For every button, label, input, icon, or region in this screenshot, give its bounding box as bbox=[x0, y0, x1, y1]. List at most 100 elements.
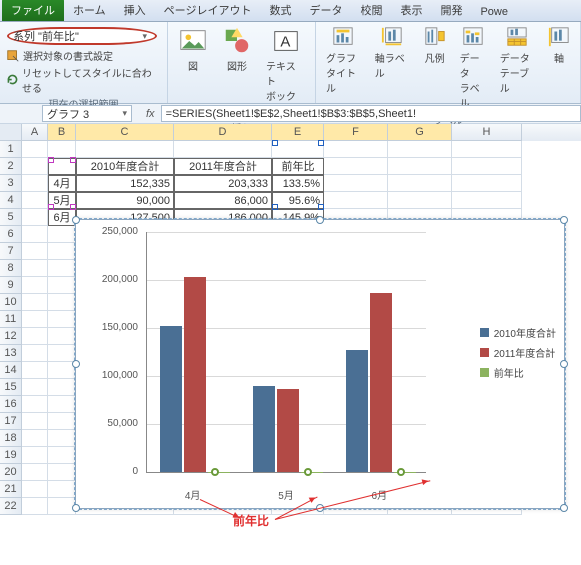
cell[interactable] bbox=[48, 379, 76, 396]
row-header[interactable]: 21 bbox=[0, 481, 22, 498]
cell[interactable] bbox=[22, 226, 48, 243]
cell[interactable] bbox=[48, 430, 76, 447]
cell[interactable] bbox=[22, 447, 48, 464]
resize-handle[interactable] bbox=[560, 504, 568, 512]
cell[interactable] bbox=[48, 447, 76, 464]
bar[interactable] bbox=[277, 389, 299, 472]
cell[interactable] bbox=[48, 141, 76, 158]
row-header[interactable]: 17 bbox=[0, 413, 22, 430]
cell[interactable] bbox=[324, 175, 388, 192]
cell[interactable] bbox=[272, 141, 324, 158]
cell[interactable] bbox=[48, 464, 76, 481]
cell[interactable]: 95.6% bbox=[272, 192, 324, 209]
plot-area[interactable]: 050,000100,000150,000200,000250,0004月5月6… bbox=[146, 232, 426, 472]
row-header[interactable]: 6 bbox=[0, 226, 22, 243]
axis-title-button[interactable]: 軸ラベル bbox=[369, 24, 416, 112]
cell[interactable]: 203,333 bbox=[174, 175, 272, 192]
row-header[interactable]: 22 bbox=[0, 498, 22, 515]
cell[interactable] bbox=[48, 243, 76, 260]
row-header[interactable]: 19 bbox=[0, 447, 22, 464]
col-header[interactable]: H bbox=[452, 124, 522, 141]
tab-layout[interactable]: ページレイアウト bbox=[155, 0, 261, 21]
cell[interactable] bbox=[22, 277, 48, 294]
row-header[interactable]: 10 bbox=[0, 294, 22, 311]
row-header[interactable]: 18 bbox=[0, 430, 22, 447]
fx-icon[interactable]: fx bbox=[146, 108, 155, 120]
resize-handle[interactable] bbox=[72, 216, 80, 224]
cell[interactable] bbox=[48, 396, 76, 413]
cell[interactable] bbox=[22, 464, 48, 481]
cell[interactable] bbox=[22, 328, 48, 345]
cell[interactable] bbox=[388, 141, 452, 158]
cell[interactable] bbox=[76, 141, 174, 158]
chart-title-button[interactable]: グラフ タイトル bbox=[320, 24, 367, 112]
row-header[interactable]: 16 bbox=[0, 396, 22, 413]
row-header[interactable]: 2 bbox=[0, 158, 22, 175]
cell[interactable] bbox=[324, 192, 388, 209]
cell[interactable] bbox=[48, 226, 76, 243]
tab-dev[interactable]: 開発 bbox=[431, 0, 471, 21]
cell[interactable] bbox=[22, 430, 48, 447]
series-point[interactable] bbox=[211, 468, 219, 476]
row-header[interactable]: 5 bbox=[0, 209, 22, 226]
col-header[interactable]: D bbox=[174, 124, 272, 141]
col-header[interactable]: A bbox=[22, 124, 48, 141]
cell[interactable] bbox=[452, 141, 522, 158]
row-header[interactable]: 14 bbox=[0, 362, 22, 379]
data-table-button[interactable]: データ テーブル bbox=[494, 24, 540, 112]
tab-formula[interactable]: 数式 bbox=[260, 0, 300, 21]
row-header[interactable]: 1 bbox=[0, 141, 22, 158]
cell[interactable] bbox=[388, 192, 452, 209]
cell[interactable] bbox=[324, 141, 388, 158]
cell[interactable]: 2010年度合計 bbox=[76, 158, 174, 175]
chart-object[interactable]: 050,000100,000150,000200,000250,0004月5月6… bbox=[75, 219, 565, 509]
format-selection-button[interactable]: 選択対象の書式設定 bbox=[4, 47, 163, 64]
cell[interactable] bbox=[22, 294, 48, 311]
cell[interactable] bbox=[22, 175, 48, 192]
cell[interactable] bbox=[48, 328, 76, 345]
cell[interactable] bbox=[22, 192, 48, 209]
legend-item[interactable]: 2010年度合計 bbox=[480, 325, 556, 340]
axis-button[interactable]: 軸 bbox=[542, 24, 576, 112]
series-point[interactable] bbox=[304, 468, 312, 476]
cell[interactable] bbox=[452, 192, 522, 209]
cell[interactable] bbox=[22, 260, 48, 277]
cell[interactable] bbox=[388, 158, 452, 175]
tab-view[interactable]: 表示 bbox=[391, 0, 431, 21]
legend-item[interactable]: 前年比 bbox=[480, 365, 556, 380]
cell[interactable] bbox=[22, 498, 48, 515]
cell[interactable] bbox=[452, 175, 522, 192]
cell[interactable] bbox=[22, 345, 48, 362]
bar[interactable] bbox=[346, 350, 368, 472]
cell[interactable]: 90,000 bbox=[76, 192, 174, 209]
resize-handle[interactable] bbox=[72, 504, 80, 512]
chart-legend[interactable]: 2010年度合計 2011年度合計前年比 bbox=[480, 320, 556, 385]
series-point[interactable] bbox=[397, 468, 405, 476]
resize-handle[interactable] bbox=[316, 216, 324, 224]
row-header[interactable]: 9 bbox=[0, 277, 22, 294]
cell[interactable]: 133.5% bbox=[272, 175, 324, 192]
cell[interactable] bbox=[48, 294, 76, 311]
row-header[interactable]: 13 bbox=[0, 345, 22, 362]
col-header[interactable]: F bbox=[324, 124, 388, 141]
cell[interactable] bbox=[22, 413, 48, 430]
cell[interactable] bbox=[48, 413, 76, 430]
tab-review[interactable]: 校閲 bbox=[351, 0, 391, 21]
cell[interactable] bbox=[174, 141, 272, 158]
bar[interactable] bbox=[184, 277, 206, 472]
row-header[interactable]: 4 bbox=[0, 192, 22, 209]
bar[interactable] bbox=[253, 386, 275, 472]
row-header[interactable]: 12 bbox=[0, 328, 22, 345]
tab-insert[interactable]: 挿入 bbox=[115, 0, 155, 21]
cell[interactable] bbox=[388, 175, 452, 192]
cell[interactable] bbox=[48, 311, 76, 328]
legend-item[interactable]: 2011年度合計 bbox=[480, 345, 556, 360]
tab-powe[interactable]: Powe bbox=[471, 3, 517, 21]
cell[interactable] bbox=[22, 243, 48, 260]
cell[interactable] bbox=[48, 481, 76, 498]
reset-style-button[interactable]: リセットしてスタイルに合わせる bbox=[4, 64, 163, 96]
row-header[interactable]: 15 bbox=[0, 379, 22, 396]
cell[interactable] bbox=[22, 141, 48, 158]
cell[interactable] bbox=[22, 158, 48, 175]
bar[interactable] bbox=[160, 326, 182, 472]
